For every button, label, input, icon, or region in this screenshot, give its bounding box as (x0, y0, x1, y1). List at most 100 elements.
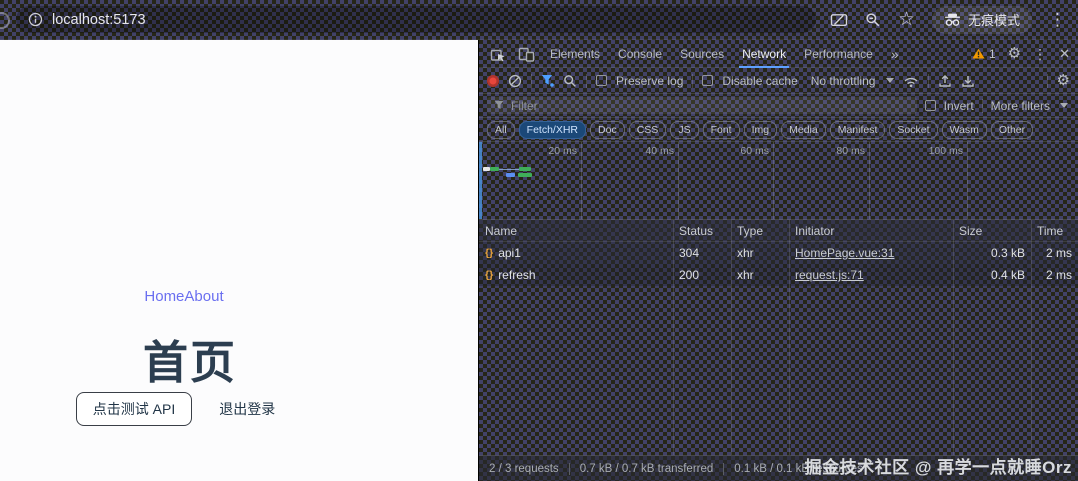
nav-link-home[interactable]: Home (144, 288, 184, 305)
request-name[interactable]: api1 (498, 242, 521, 264)
test-api-button[interactable]: 点击测试 API (76, 392, 192, 426)
chip-fetch-xhr[interactable]: Fetch/XHR (519, 121, 586, 139)
share-icon[interactable] (830, 12, 848, 28)
chip-doc[interactable]: Doc (590, 121, 625, 139)
inspect-element-icon[interactable] (485, 46, 511, 62)
incognito-icon (944, 13, 961, 27)
invert-label[interactable]: Invert (944, 99, 974, 113)
address-bar[interactable]: localhost:5173 (16, 6, 816, 33)
network-conditions-icon[interactable] (903, 74, 919, 88)
column-divider[interactable] (673, 220, 674, 455)
more-tabs-icon[interactable]: » (883, 40, 907, 68)
more-filters-button[interactable]: More filters (991, 99, 1050, 113)
column-divider[interactable] (731, 220, 732, 455)
tab-network[interactable]: Network (734, 40, 794, 68)
requests-table: Name Status Type Initiator Size Time {} … (479, 220, 1078, 455)
filter-funnel-icon[interactable] (541, 74, 554, 87)
request-name[interactable]: refresh (498, 264, 535, 286)
initiator-link[interactable]: request.js:71 (795, 268, 864, 282)
url-text: localhost:5173 (52, 12, 146, 28)
col-size[interactable]: Size (953, 220, 1031, 242)
chip-media[interactable]: Media (781, 121, 826, 139)
request-time: 2 ms (1031, 242, 1078, 264)
request-size: 0.3 kB (953, 242, 1031, 264)
column-divider[interactable] (953, 220, 954, 455)
disable-cache-label[interactable]: Disable cache (722, 74, 797, 88)
network-filter-row: Filter Invert More filters (479, 94, 1078, 118)
throttling-select[interactable]: No throttling (811, 74, 876, 88)
col-name[interactable]: Name (479, 220, 673, 242)
chip-other[interactable]: Other (991, 121, 1033, 139)
incognito-label: 无痕模式 (968, 10, 1020, 29)
invert-checkbox[interactable] (925, 100, 936, 111)
tick-label: 40 ms (618, 145, 674, 157)
waterfall-bar (506, 173, 515, 177)
page-title: 首页 (0, 326, 380, 391)
column-divider[interactable] (789, 220, 790, 455)
network-toolbar: Preserve log Disable cache No throttling… (479, 68, 1078, 94)
table-row[interactable]: {} api1 304 xhr HomePage.vue:31 0.3 kB 2… (479, 242, 1078, 264)
tab-elements[interactable]: Elements (542, 40, 608, 68)
export-har-icon[interactable] (961, 74, 975, 88)
more-filters-caret-icon[interactable] (1060, 103, 1068, 108)
waterfall-bar (518, 173, 532, 177)
summary-divider (569, 463, 570, 475)
col-status[interactable]: Status (673, 220, 731, 242)
devtools-settings-icon[interactable]: ⚙ (1008, 46, 1021, 61)
tick-label: 100 ms (907, 145, 963, 157)
initiator-link[interactable]: HomePage.vue:31 (795, 246, 894, 260)
tick-label: 60 ms (713, 145, 769, 157)
bookmark-star-icon[interactable]: ☆ (898, 10, 915, 29)
col-initiator[interactable]: Initiator (789, 220, 953, 242)
record-network-log-button[interactable] (487, 75, 499, 87)
chip-manifest[interactable]: Manifest (830, 121, 886, 139)
nav-link-about[interactable]: About (184, 288, 223, 305)
network-settings-icon[interactable]: ⚙ (1057, 73, 1070, 88)
devtools-close-icon[interactable]: ✕ (1059, 47, 1070, 60)
preserve-log-checkbox[interactable] (596, 75, 607, 86)
logout-button[interactable]: 退出登录 (202, 392, 292, 426)
web-page: HomeAbout 首页 点击测试 API 退出登录 (0, 40, 478, 481)
import-har-icon[interactable] (938, 74, 952, 88)
chip-wasm[interactable]: Wasm (942, 121, 987, 139)
summary-requests: 2 / 3 requests (489, 463, 559, 475)
tab-performance[interactable]: Performance (796, 40, 881, 68)
chip-js[interactable]: JS (670, 121, 698, 139)
incognito-badge: 无痕模式 (932, 6, 1032, 34)
col-type[interactable]: Type (731, 220, 789, 242)
chip-img[interactable]: Img (744, 121, 778, 139)
warning-triangle-icon (972, 48, 985, 59)
disable-cache-checkbox[interactable] (702, 75, 713, 86)
browser-menu-icon[interactable]: ⋮ (1049, 11, 1066, 28)
overview-left-handle[interactable] (479, 142, 482, 219)
clear-network-log-icon[interactable] (508, 74, 522, 88)
gridline (967, 142, 968, 219)
network-overview-timeline[interactable]: 20 ms 40 ms 60 ms 80 ms 100 ms (479, 142, 1078, 220)
col-time[interactable]: Time (1031, 220, 1078, 242)
devtools-menu-icon[interactable]: ⋮ (1033, 47, 1047, 61)
device-toolbar-icon[interactable] (513, 46, 540, 62)
search-icon[interactable] (865, 12, 881, 28)
table-row[interactable]: {} refresh 200 xhr request.js:71 0.4 kB … (479, 264, 1078, 286)
xhr-file-icon: {} (485, 242, 493, 264)
summary-transferred: 0.7 kB / 0.7 kB transferred (580, 463, 714, 475)
throttling-caret-icon[interactable] (886, 78, 894, 83)
network-search-icon[interactable] (563, 74, 577, 88)
tick-label: 20 ms (521, 145, 577, 157)
chip-all[interactable]: All (487, 121, 515, 139)
tab-sources[interactable]: Sources (672, 40, 732, 68)
info-icon[interactable] (28, 12, 43, 27)
chip-font[interactable]: Font (703, 121, 740, 139)
column-divider[interactable] (1031, 220, 1032, 455)
network-filter-input[interactable]: Filter (487, 97, 917, 114)
warning-count: 1 (989, 47, 996, 61)
chip-socket[interactable]: Socket (889, 121, 937, 139)
waterfall-bar (490, 167, 499, 171)
chip-css[interactable]: CSS (629, 121, 667, 139)
tab-console[interactable]: Console (610, 40, 670, 68)
preserve-log-label[interactable]: Preserve log (616, 74, 683, 88)
back-button-fragment[interactable] (0, 12, 10, 29)
issues-warning-badge[interactable]: 1 (968, 47, 1000, 61)
request-type: xhr (731, 242, 789, 264)
tick-label: 80 ms (809, 145, 865, 157)
